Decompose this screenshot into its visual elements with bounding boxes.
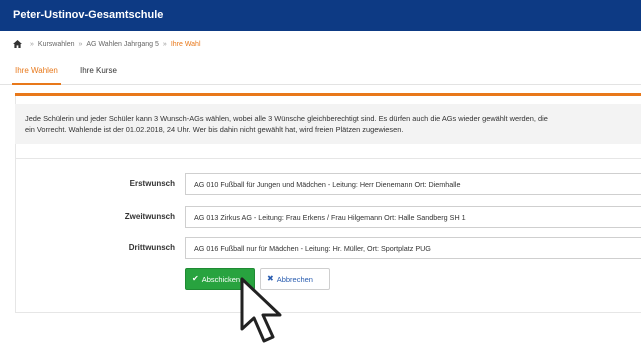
breadcrumb-separator: » [162,40,167,48]
tab-ihre-kurse[interactable]: Ihre Kurse [80,66,117,75]
info-text-line-1: Jede Schülerin und jeder Schüler kann 3 … [25,114,548,123]
home-icon[interactable] [13,40,22,48]
info-box: Jede Schülerin und jeder Schüler kann 3 … [15,104,641,144]
tab-ihre-wahlen[interactable]: Ihre Wahlen [12,66,61,85]
panel-accent-line [15,93,641,96]
info-text: Jede Schülerin und jeder Schüler kann 3 … [25,113,641,135]
breadcrumb-separator: » [30,40,34,48]
erstwunsch-select[interactable]: AG 010 Fußball für Jungen und Mädchen - … [185,173,641,195]
zweitwunsch-select[interactable]: AG 013 Zirkus AG - Leitung: Frau Erkens … [185,206,641,228]
drittwunsch-select[interactable]: AG 016 Fußball nur für Mädchen - Leitung… [185,237,641,259]
breadcrumb-kurswahlen[interactable]: Kurswahlen [38,41,75,48]
info-text-line-2: ein Vorrecht. Wahlende ist der 01.02.201… [25,125,404,134]
breadcrumb-ag-wahlen[interactable]: AG Wahlen Jahrgang 5 [86,41,159,48]
school-name[interactable]: Peter-Ustinov-Gesamtschule [13,9,163,21]
check-icon: ✔ [192,274,199,283]
erstwunsch-label: Erstwunsch [129,179,175,188]
breadcrumb-separator: » [78,40,83,48]
submit-button-label: Abschicken [201,274,241,284]
zweitwunsch-label: Zweitwunsch [124,212,175,221]
drittwunsch-label: Drittwunsch [128,243,175,252]
tab-bar: Ihre Wahlen Ihre Kurse [0,58,641,85]
breadcrumb: » Kurswahlen » AG Wahlen Jahrgang 5 » Ih… [13,40,201,48]
breadcrumb-current: Ihre Wahl [170,40,201,48]
top-navbar: Peter-Ustinov-Gesamtschule [0,0,641,31]
mouse-pointer-icon [240,277,282,343]
